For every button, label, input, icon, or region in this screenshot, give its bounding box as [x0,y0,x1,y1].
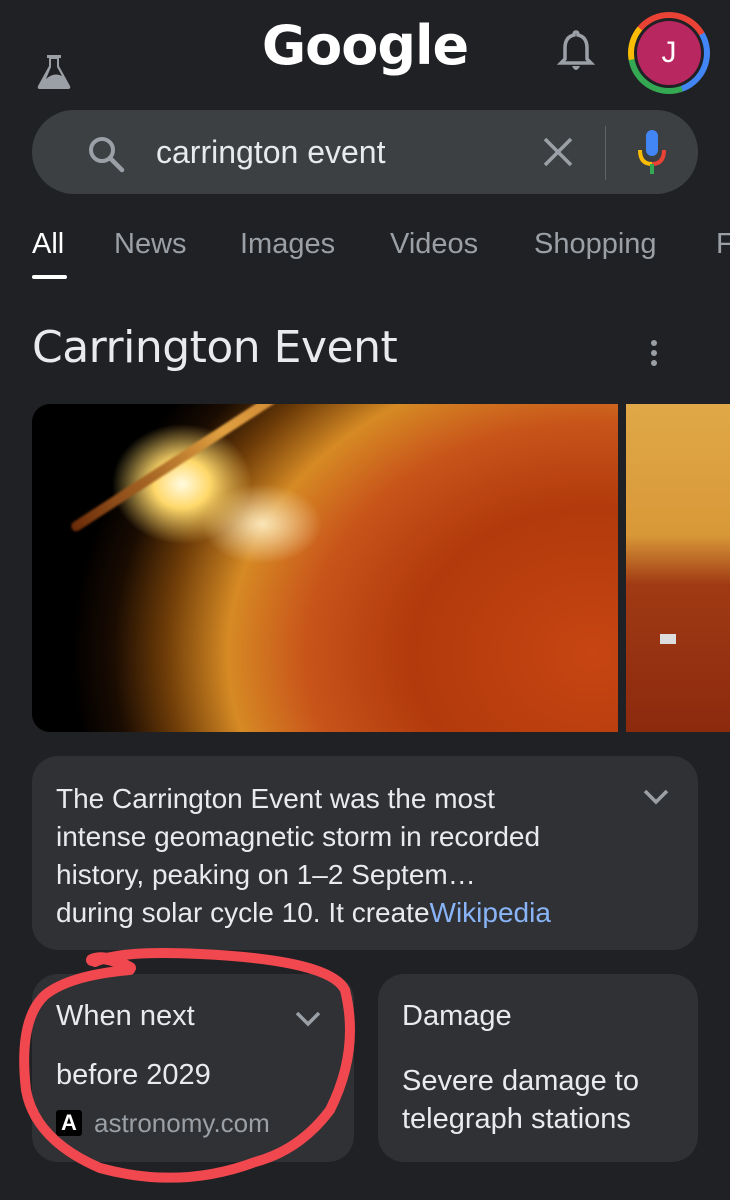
spacecraft [660,634,676,644]
card-value: before 2029 [56,1059,211,1091]
when-next-card[interactable]: When next before 2029 A astronomy.com [32,974,354,1162]
app-header: Google J [0,0,730,108]
tab-news[interactable]: News [114,228,187,261]
avatar-gap: J [634,18,704,88]
tab-partial[interactable]: F [716,228,730,261]
source-name[interactable]: astronomy.com [94,1108,270,1139]
tab-all[interactable]: All [32,228,64,261]
flare-filament [69,404,377,534]
card-title: Damage [402,1000,512,1032]
search-bar[interactable] [32,110,698,194]
card-value-line: telegraph stations [402,1103,631,1135]
search-icon[interactable] [86,134,126,174]
account-avatar[interactable]: J [628,12,710,94]
search-tabs: All News Images Videos Shopping F [0,220,730,280]
avatar-initial: J [637,21,701,85]
search-input[interactable] [156,130,536,174]
more-vert-icon[interactable] [646,338,662,368]
tab-images[interactable]: Images [240,228,335,261]
google-logo[interactable]: Google [0,14,730,77]
chevron-down-icon[interactable] [642,788,670,806]
description-line: history, peaking on 1–2 Septem… [56,859,476,890]
panel-title: Carrington Event [32,322,398,373]
description-line: The Carrington Event was the most [56,783,495,814]
card-value: Severe damage to telegraph stations [402,1062,639,1138]
card-value-line: Severe damage to [402,1065,639,1097]
tab-videos[interactable]: Videos [390,228,478,261]
description-line-text: during solar cycle 10. It create [56,897,430,928]
astronomy-logo-icon: A [56,1110,82,1136]
search-divider [605,126,606,180]
wikipedia-link[interactable]: Wikipedia [430,897,551,928]
mic-icon[interactable] [632,128,672,178]
bell-icon[interactable] [556,28,596,72]
tab-shopping[interactable]: Shopping [534,228,657,261]
active-tab-indicator [32,275,67,279]
solar-flare-image[interactable] [32,404,618,732]
damage-card[interactable]: Damage Severe damage to telegraph statio… [378,974,698,1162]
description-card[interactable]: The Carrington Event was the most intens… [32,756,698,950]
sun-spacecraft-image[interactable] [626,404,730,732]
card-title: When next [56,1000,195,1032]
chevron-down-icon[interactable] [294,1010,322,1028]
close-icon[interactable] [540,134,576,170]
description-line: intense geomagnetic storm in recorded [56,821,541,852]
description-line: during solar cycle 10. It createWikipedi… [56,894,636,932]
description-text: The Carrington Event was the most intens… [56,780,636,932]
